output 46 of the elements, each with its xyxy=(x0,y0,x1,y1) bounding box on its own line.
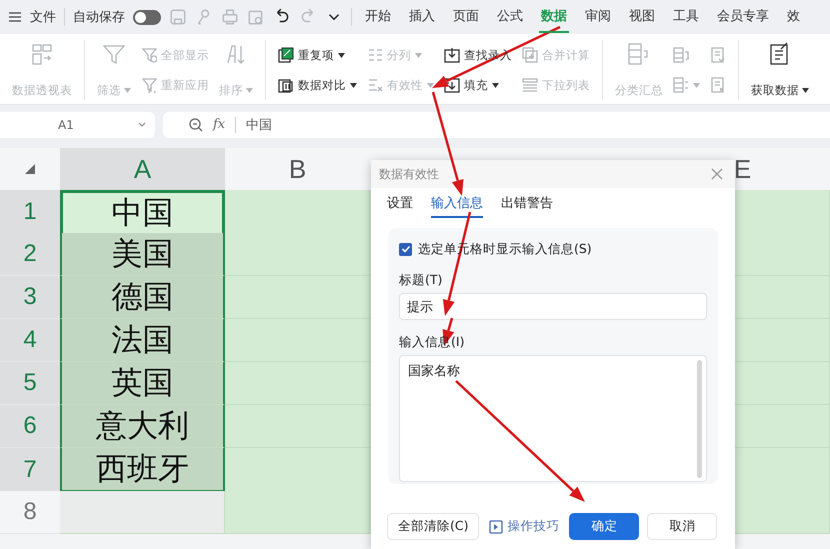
ribbon-button[interactable]: 重复项 xyxy=(278,43,357,67)
ribbon-tab[interactable]: 效 xyxy=(785,1,802,33)
table-cell[interactable]: 西班牙 xyxy=(60,448,225,492)
name-box[interactable]: A1 xyxy=(0,112,155,138)
message-input-field[interactable]: 国家名称 xyxy=(399,355,707,482)
ribbon-button[interactable]: 填充 xyxy=(444,73,512,97)
table-cell[interactable]: 英国 xyxy=(60,362,225,405)
ribbon-tab[interactable]: 插入 xyxy=(407,1,437,33)
row-header[interactable]: 1 xyxy=(0,190,60,235)
ribbon-tab[interactable]: 视图 xyxy=(627,1,657,33)
row-header[interactable]: 2 xyxy=(0,233,60,276)
ok-button[interactable]: 确定 xyxy=(569,513,640,540)
ribbon-button[interactable]: 数据对比 xyxy=(278,73,357,97)
tips-link[interactable]: 操作技巧 xyxy=(507,518,560,535)
column-header[interactable]: A xyxy=(60,148,225,190)
row-header[interactable]: 8 xyxy=(0,491,60,534)
row-header[interactable]: 5 xyxy=(0,362,60,405)
table-cell[interactable]: 中国 xyxy=(60,190,225,235)
ribbon-tab[interactable]: 开始 xyxy=(363,1,393,33)
column-header[interactable]: B xyxy=(225,148,370,190)
row-header[interactable]: 3 xyxy=(0,276,60,319)
ribbon-tab[interactable]: 会员专享 xyxy=(715,1,771,33)
dialog-tab[interactable]: 输入信息 xyxy=(431,194,483,218)
clear-all-button[interactable]: 全部清除(C) xyxy=(387,513,480,540)
formula-input[interactable]: 中国 xyxy=(246,116,272,134)
autosave-label: 自动保存 xyxy=(73,9,125,26)
dialog-tab[interactable]: 出错警告 xyxy=(501,194,553,218)
table-cell[interactable]: 法国 xyxy=(60,319,225,362)
field-label: 标题(T) xyxy=(399,272,442,289)
ribbon-tab[interactable]: 公式 xyxy=(495,1,525,33)
cancel-button[interactable]: 取消 xyxy=(647,513,718,540)
file-menu[interactable]: 文件 xyxy=(30,8,56,26)
dialog-title: 数据有效性 xyxy=(379,166,439,182)
ribbon-tab[interactable]: 工具 xyxy=(671,1,701,33)
table-cell[interactable]: 美国 xyxy=(60,233,225,276)
ribbon-tab[interactable]: 页面 xyxy=(451,1,481,33)
row-header[interactable]: 4 xyxy=(0,319,60,362)
dialog-tab[interactable]: 设置 xyxy=(387,194,413,218)
function-label[interactable]: fx xyxy=(213,117,226,132)
table-cell[interactable]: 意大利 xyxy=(60,405,225,448)
ribbon-button[interactable]: 获取数据 xyxy=(751,40,809,100)
row-header[interactable]: 6 xyxy=(0,405,60,448)
title-input-field[interactable]: 提示 xyxy=(399,293,707,320)
table-cell[interactable]: 德国 xyxy=(60,276,225,319)
ribbon-tab[interactable]: 审阅 xyxy=(583,1,613,33)
row-header[interactable]: 7 xyxy=(0,448,60,492)
